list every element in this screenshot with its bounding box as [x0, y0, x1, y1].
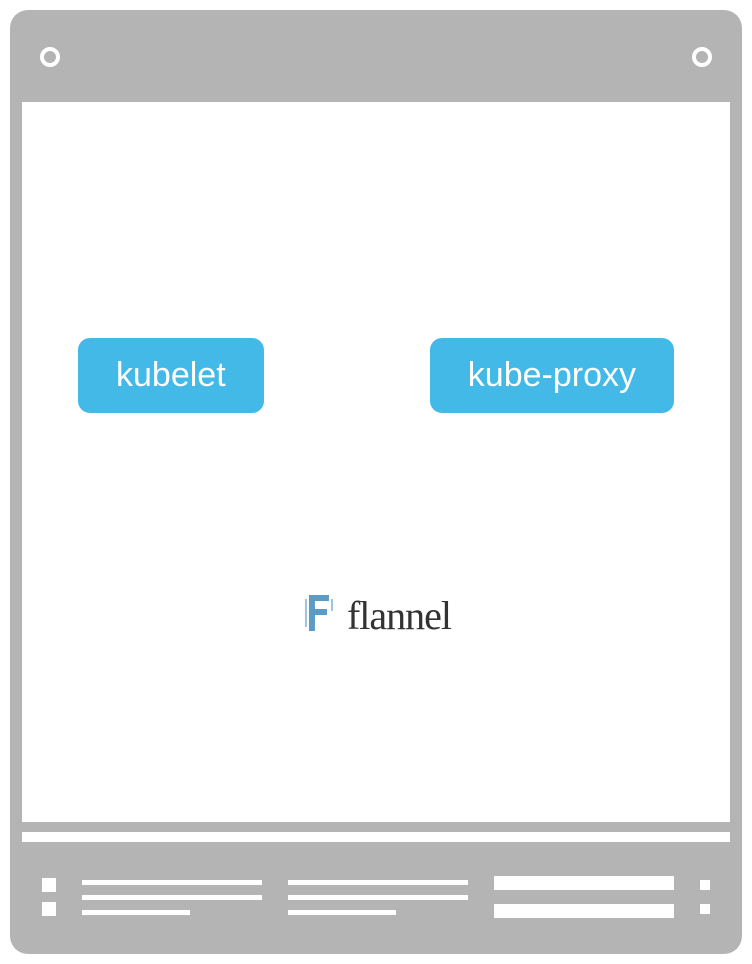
title-bar	[22, 22, 730, 92]
status-text-lines-1	[82, 880, 262, 915]
status-line	[82, 910, 190, 915]
flannel-logo: flannel	[301, 591, 451, 640]
network-hostname: k8s-node1	[298, 747, 456, 783]
status-bar	[22, 852, 730, 942]
status-dot	[700, 880, 710, 890]
status-line	[82, 895, 262, 900]
network-ip: 192.168.56.106	[44, 747, 266, 783]
network-address-line: 192.168.56.106（k8s-node1）	[44, 743, 708, 788]
network-info: enp0s8 192.168.56.106（k8s-node1）	[38, 680, 714, 806]
flannel-label: flannel	[347, 592, 451, 639]
status-right-indicators	[700, 880, 710, 914]
paren-open: （	[266, 747, 298, 783]
status-line	[288, 910, 396, 915]
status-bar-thick	[494, 904, 674, 918]
flannel-icon	[301, 591, 337, 640]
status-text-lines-2	[288, 880, 468, 915]
status-square	[42, 902, 56, 916]
kube-proxy-service: kube-proxy	[430, 338, 674, 413]
status-dot	[700, 904, 710, 914]
status-bars	[494, 876, 674, 918]
separator-bar	[22, 832, 730, 842]
service-buttons-row: kubelet kube-proxy	[38, 338, 714, 413]
status-line	[288, 895, 468, 900]
status-line	[288, 880, 468, 885]
title-dot-right	[692, 47, 712, 67]
node-container: kubelet kube-proxy flannel enp0s8 192.16…	[10, 10, 742, 954]
title-dot-left	[40, 47, 60, 67]
network-interface: enp0s8	[44, 698, 708, 743]
status-square	[42, 878, 56, 892]
paren-close: ）	[457, 747, 489, 783]
status-line	[82, 880, 262, 885]
main-panel: kubelet kube-proxy flannel enp0s8 192.16…	[22, 102, 730, 822]
services-area: kubelet kube-proxy flannel	[38, 118, 714, 680]
status-bar-thick	[494, 876, 674, 890]
status-indicator-squares	[42, 878, 56, 916]
kubelet-service: kubelet	[78, 338, 264, 413]
